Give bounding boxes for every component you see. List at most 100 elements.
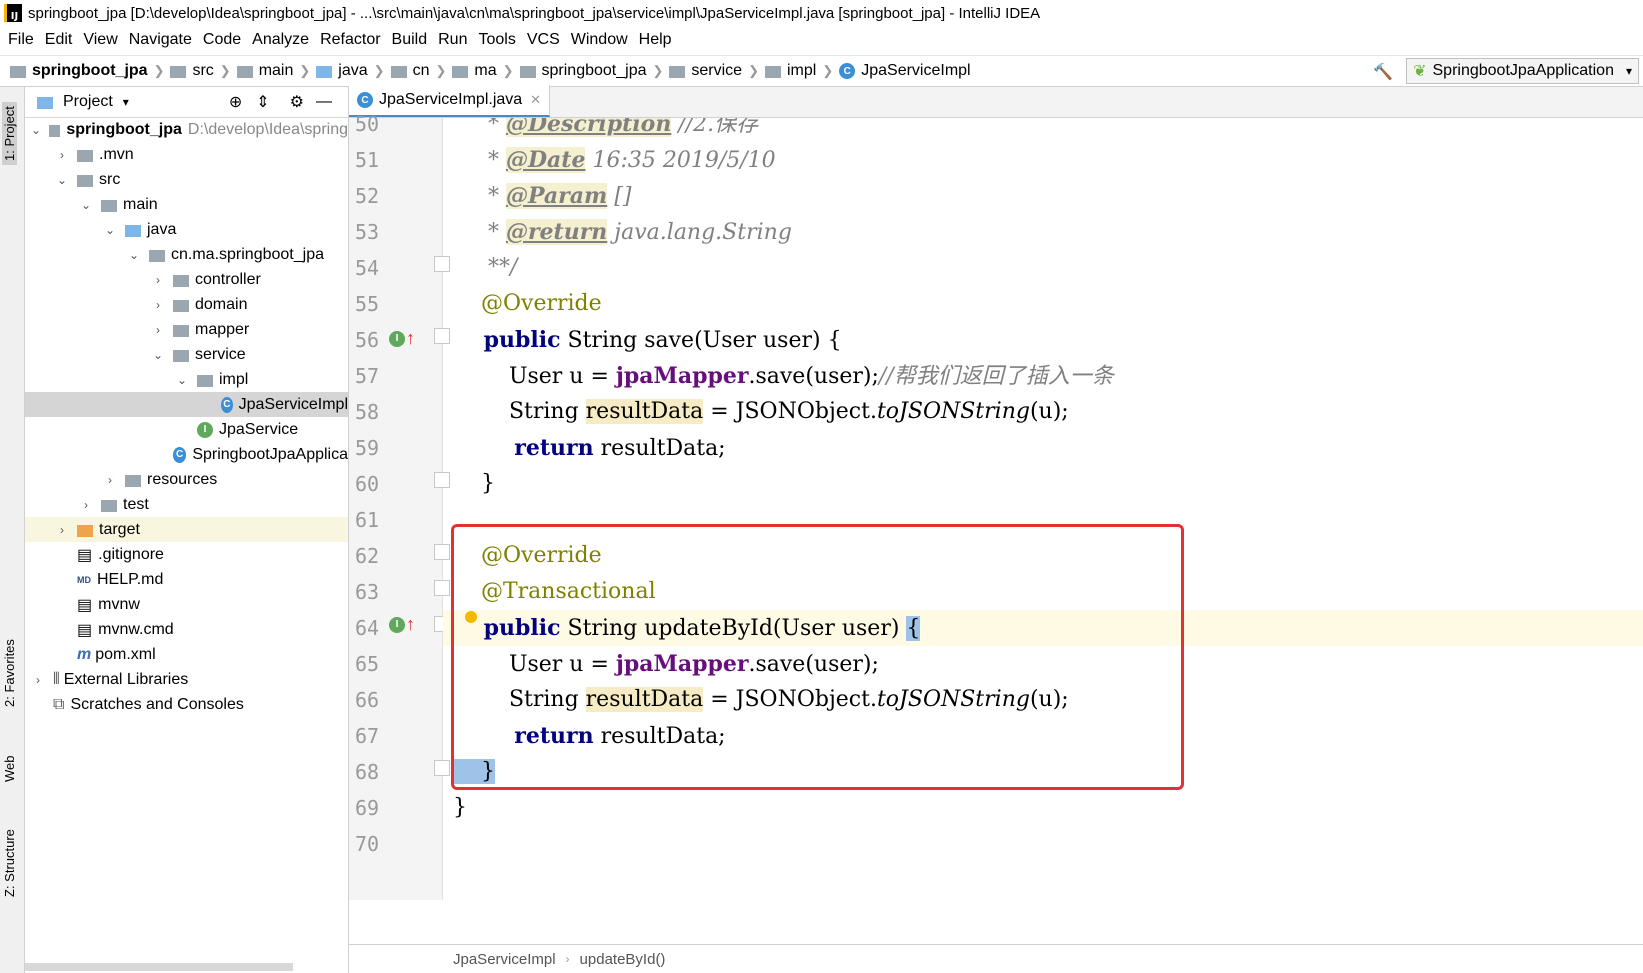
menu-tools[interactable]: Tools	[478, 31, 515, 49]
code-line[interactable]: String resultData = JSONObject.toJSONStr…	[443, 682, 1643, 718]
tab-jpaserviceimpl[interactable]: C JpaServiceImpl.java ✕	[349, 85, 551, 117]
code-line[interactable]: }	[443, 754, 1643, 790]
hide-icon[interactable]: —	[316, 93, 332, 111]
code-content[interactable]: * @Description //2.保存 * @Date 16:35 2019…	[443, 118, 1643, 900]
intention-bulb-icon[interactable]	[465, 611, 477, 623]
breadcrumb-class[interactable]: JpaServiceImpl	[453, 951, 556, 968]
code-line[interactable]: * @Date 16:35 2019/5/10	[443, 142, 1643, 178]
breadcrumb-item[interactable]: impl ❯	[764, 62, 833, 80]
breadcrumb-item[interactable]: java ❯	[316, 62, 385, 80]
tree-item-target[interactable]: › target	[25, 517, 348, 542]
tree-item-impl[interactable]: ⌄ impl	[25, 367, 348, 392]
tree-item-gitignore[interactable]: ▤ .gitignore	[25, 542, 348, 567]
code-token: *	[453, 220, 506, 245]
tree-item-java[interactable]: ⌄ java	[25, 217, 348, 242]
build-hammer-icon[interactable]: 🔨	[1373, 62, 1393, 82]
tree-item-pom-xml[interactable]: m pom.xml	[25, 642, 348, 667]
code-token: String updateById(User user)	[560, 616, 907, 641]
breadcrumb-item[interactable]: springboot_jpa ❯	[10, 62, 164, 80]
locate-icon[interactable]: ⊕	[229, 92, 242, 112]
tree-item-mvnw-cmd[interactable]: ▤ mvnw.cmd	[25, 617, 348, 642]
chevron-down-icon[interactable]: ▾	[123, 95, 129, 109]
breadcrumb-item[interactable]: springboot_jpa ❯	[519, 62, 663, 80]
tab-structure[interactable]: Z: Structure	[2, 829, 17, 897]
menu-edit[interactable]: Edit	[45, 31, 73, 49]
project-view-selector[interactable]: Project	[63, 93, 113, 111]
tree-item-springboot_jpa[interactable]: ⌄ springboot_jpa D:\develop\Idea\spring	[25, 117, 348, 142]
tree-item-service[interactable]: ⌄ service	[25, 342, 348, 367]
breadcrumb-item[interactable]: cn ❯	[390, 62, 446, 80]
code-line[interactable]: String resultData = JSONObject.toJSONStr…	[443, 394, 1643, 430]
code-token: }	[453, 795, 467, 820]
code-line[interactable]: }	[443, 466, 1643, 502]
tree-item-domain[interactable]: › domain	[25, 292, 348, 317]
collapse-all-icon[interactable]: ⇕	[256, 92, 269, 112]
tree-item-mapper[interactable]: › mapper	[25, 317, 348, 342]
menu-run[interactable]: Run	[438, 31, 467, 49]
tab-favorites[interactable]: 2: Favorites	[2, 639, 17, 707]
implements-marker-icon[interactable]: I ↑	[389, 328, 415, 349]
tree-item-scratches[interactable]: ⧉ Scratches and Consoles	[25, 692, 348, 717]
menu-vcs[interactable]: VCS	[527, 31, 560, 49]
code-line[interactable]: }	[443, 790, 1643, 826]
code-line[interactable]	[443, 502, 1643, 538]
breadcrumb-item[interactable]: main ❯	[236, 62, 310, 80]
code-token: //2.保存	[671, 118, 759, 137]
menu-build[interactable]: Build	[392, 31, 428, 49]
close-icon[interactable]: ✕	[530, 92, 541, 108]
menu-help[interactable]: Help	[639, 31, 672, 49]
breadcrumb-item[interactable]: src ❯	[170, 62, 231, 80]
implements-marker-icon[interactable]: I ↑	[389, 614, 415, 635]
tree-item-jpaservice[interactable]: I JpaService	[25, 417, 348, 442]
code-token: @return	[505, 219, 608, 245]
horizontal-scrollbar[interactable]	[25, 963, 293, 971]
menu-refactor[interactable]: Refactor	[320, 31, 380, 49]
tab-web[interactable]: Web	[2, 756, 17, 783]
menu-analyze[interactable]: Analyze	[252, 31, 309, 49]
code-line[interactable]: @Override	[443, 538, 1643, 574]
breadcrumb-item[interactable]: C JpaServiceImpl	[839, 62, 971, 80]
tree-item-main[interactable]: ⌄ main	[25, 192, 348, 217]
code-line[interactable]: return resultData;	[443, 430, 1643, 466]
tree-item-package[interactable]: ⌄ cn.ma.springboot_jpa	[25, 242, 348, 267]
tree-item-src[interactable]: ⌄ src	[25, 167, 348, 192]
code-line[interactable]: * @Param []	[443, 178, 1643, 214]
code-token: String	[453, 399, 586, 424]
package-icon	[197, 374, 213, 387]
menu-code[interactable]: Code	[203, 31, 241, 49]
code-line[interactable]: return resultData;	[443, 718, 1643, 754]
code-line[interactable]: * @Description //2.保存	[443, 118, 1643, 142]
tree-item-jpaserviceimpl[interactable]: C JpaServiceImpl	[25, 392, 348, 417]
code-token: //帮我们返回了插入一条	[878, 364, 1114, 389]
code-line[interactable]: User u = jpaMapper.save(user);	[443, 646, 1643, 682]
breadcrumb-method[interactable]: updateById()	[580, 951, 666, 968]
menu-file[interactable]: File	[8, 31, 34, 49]
tree-item-controller[interactable]: › controller	[25, 267, 348, 292]
code-line[interactable]: @Transactional	[443, 574, 1643, 610]
tree-item-springbootjpaapplication[interactable]: C SpringbootJpaApplica	[25, 442, 348, 467]
code-line[interactable]: public String updateById(User user) {	[443, 610, 1643, 646]
intellij-icon: IJ	[4, 4, 22, 22]
tree-item-mvnw[interactable]: ▤ mvnw	[25, 592, 348, 617]
run-config-select[interactable]: ❦ SpringbootJpaApplication ▾	[1406, 58, 1639, 84]
file-icon: ▤	[77, 596, 93, 614]
breadcrumb-item[interactable]: service ❯	[669, 62, 759, 80]
breadcrumb-item[interactable]: ma ❯	[452, 62, 514, 80]
tree-item-test[interactable]: › test	[25, 492, 348, 517]
tree-item-mvn[interactable]: › .mvn	[25, 142, 348, 167]
tree-item-resources[interactable]: › resources	[25, 467, 348, 492]
code-line[interactable]: **/	[443, 250, 1643, 286]
code-line[interactable]: * @return java.lang.String	[443, 214, 1643, 250]
tree-item-help-md[interactable]: MD HELP.md	[25, 567, 348, 592]
code-line[interactable]: public String save(User user) {	[443, 322, 1643, 358]
tree-item-external-libraries[interactable]: › ⫴ External Libraries	[25, 667, 348, 692]
code-token: resultData	[585, 399, 704, 424]
code-line[interactable]: User u = jpaMapper.save(user);//帮我们返回了插入…	[443, 358, 1643, 394]
code-line[interactable]: @Override	[443, 286, 1643, 322]
tab-project[interactable]: 1: Project	[2, 102, 17, 165]
gear-icon[interactable]: ⚙	[290, 92, 304, 112]
code-line[interactable]	[443, 826, 1643, 862]
menu-window[interactable]: Window	[571, 31, 628, 49]
menu-view[interactable]: View	[83, 31, 117, 49]
menu-navigate[interactable]: Navigate	[129, 31, 192, 49]
